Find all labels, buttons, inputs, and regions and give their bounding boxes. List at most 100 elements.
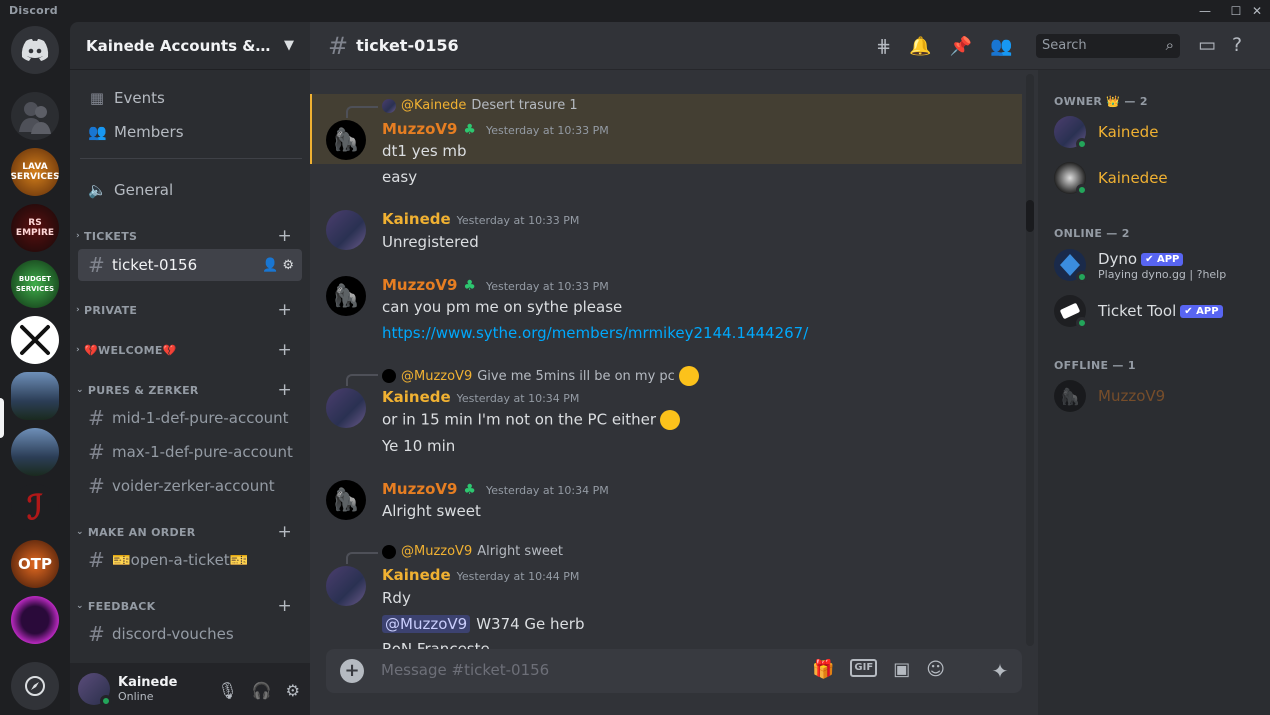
minimize-icon[interactable]: — — [1196, 2, 1214, 20]
channel-max-1-def[interactable]: # max-1-def-pure-account — [78, 436, 302, 468]
server-icon-8[interactable]: OTP — [11, 540, 59, 588]
server-icon-4[interactable] — [11, 316, 59, 364]
message-input[interactable]: Message #ticket-0156 — [381, 661, 549, 679]
server-art: BUDGET SERVICES — [11, 260, 59, 308]
reply-preview[interactable]: @MuzzoV9 Alright sweet — [346, 544, 563, 564]
chevron-down-icon: ▼ — [284, 38, 294, 53]
member-name-row: Ticket Tool ✔ APP — [1098, 302, 1223, 320]
home-button[interactable] — [11, 26, 59, 74]
avatar — [1054, 249, 1088, 283]
avatar[interactable] — [326, 210, 366, 250]
server-icon-2[interactable]: RS EMPIRE — [11, 204, 59, 252]
close-icon[interactable]: ✕ — [1248, 2, 1266, 20]
user-mention[interactable]: @MuzzoV9 — [382, 615, 471, 633]
user-info[interactable]: Kainede Online — [118, 675, 178, 703]
category-make-an-order[interactable]: ⌄ MAKE AN ORDER + — [70, 522, 310, 542]
category-feedback[interactable]: ⌄ FEEDBACK + — [70, 596, 310, 616]
author-name[interactable]: MuzzoV9 — [382, 480, 457, 498]
author-name[interactable]: Kainede — [382, 388, 451, 406]
maximize-icon[interactable]: ☐ — [1227, 2, 1245, 20]
avatar[interactable] — [326, 388, 366, 428]
timestamp: Yesterday at 10:33 PM — [485, 124, 609, 137]
add-channel-icon[interactable]: + — [277, 226, 292, 246]
server-art: LAVA SERVICES — [11, 148, 59, 196]
member-item[interactable]: Kainedee — [1054, 157, 1264, 199]
channel-voider-zerker[interactable]: # voider-zerker-account — [78, 470, 302, 502]
voice-channel-general[interactable]: 🔈 General — [78, 174, 302, 206]
invite-icon[interactable]: 👤 — [262, 258, 278, 273]
guild-header[interactable]: Kainede Accounts & Ser... ▼ — [70, 22, 310, 70]
server-icon-1[interactable]: LAVA SERVICES — [11, 148, 59, 196]
apps-icon[interactable]: ✦ — [978, 650, 1022, 692]
server-icon-7[interactable]: ℐ — [11, 484, 59, 532]
sticker-icon[interactable]: ▣ — [893, 659, 910, 680]
members-item[interactable]: 👥 Members — [78, 116, 302, 148]
avatar[interactable]: 🦍 — [326, 480, 366, 520]
member-item[interactable]: Kainede — [1054, 111, 1264, 153]
category-tickets[interactable]: › TICKETS + — [70, 226, 310, 246]
clover-icon: ♣ — [463, 278, 476, 294]
emoji-icon[interactable]: ☺ — [926, 659, 945, 680]
dm-group-avatar[interactable] — [11, 92, 59, 140]
author-name[interactable]: MuzzoV9 — [382, 276, 457, 294]
upload-plus-icon[interactable]: + — [340, 659, 364, 683]
category-private[interactable]: › PRIVATE + — [70, 300, 310, 320]
avatar[interactable] — [326, 566, 366, 606]
channel-open-a-ticket[interactable]: # 🎫open-a-ticket🎫 — [78, 544, 302, 576]
headphones-icon[interactable]: 🎧 — [252, 681, 272, 700]
server-icon-kainede[interactable] — [11, 372, 59, 420]
add-channel-icon[interactable]: + — [277, 596, 292, 616]
discover-button[interactable] — [11, 662, 59, 710]
message-composer[interactable]: + Message #ticket-0156 🎁 GIF ▣ ☺ — [326, 649, 1022, 693]
reply-author: @Kainede — [401, 98, 467, 113]
avatar[interactable]: 🦍 — [326, 120, 366, 160]
channel-ticket-0156[interactable]: # ticket-0156 👤 ⚙ — [78, 249, 302, 281]
server-icon-3[interactable]: BUDGET SERVICES — [11, 260, 59, 308]
member-activity: Playing dyno.gg | ?help — [1098, 267, 1227, 281]
offline-header: OFFLINE — 1 — [1054, 359, 1136, 372]
channel-label: max-1-def-pure-account — [112, 443, 293, 461]
help-icon[interactable]: ? — [1232, 34, 1242, 56]
avatar[interactable] — [78, 673, 112, 707]
add-channel-icon[interactable]: + — [277, 380, 292, 400]
avatar[interactable]: 🦍 — [326, 276, 366, 316]
discord-logo-icon — [21, 39, 49, 61]
reply-preview[interactable]: @MuzzoV9 Give me 5mins ill be on my pc — [346, 366, 699, 386]
events-item[interactable]: ▦ Events — [78, 82, 302, 114]
threads-icon[interactable]: ⋕ — [876, 36, 891, 57]
settings-gear-icon[interactable]: ⚙ — [286, 681, 300, 700]
gear-icon[interactable]: ⚙ — [282, 258, 294, 273]
channel-label: ticket-0156 — [112, 256, 198, 274]
server-icon-6[interactable] — [11, 428, 59, 476]
avatar — [1054, 295, 1088, 329]
server-icon-9[interactable] — [11, 596, 59, 644]
member-list-icon[interactable]: 👥 — [990, 36, 1012, 57]
add-channel-icon[interactable]: + — [277, 522, 292, 542]
scrollbar-track[interactable] — [1026, 74, 1034, 646]
search-input[interactable]: Search ⌕ — [1036, 34, 1180, 58]
inbox-icon[interactable]: ▭ — [1198, 34, 1216, 56]
channel-mid-1-def[interactable]: # mid-1-def-pure-account — [78, 402, 302, 434]
category-pures-zerker[interactable]: ⌄ PURES & ZERKER + — [70, 380, 310, 400]
reply-text: Desert trasure 1 — [471, 98, 578, 113]
add-channel-icon[interactable]: + — [277, 300, 292, 320]
bell-icon[interactable]: 🔔 — [909, 36, 931, 57]
scrollbar-thumb[interactable] — [1026, 200, 1034, 232]
chevron-icon: › — [76, 305, 81, 315]
pin-icon[interactable]: 📌 — [950, 36, 972, 57]
reply-preview[interactable]: @Kainede Desert trasure 1 — [346, 98, 578, 118]
member-item[interactable]: Ticket Tool ✔ APP — [1054, 290, 1264, 332]
member-item[interactable]: Dyno ✔ APP Playing dyno.gg | ?help — [1054, 244, 1264, 286]
author-name[interactable]: Kainede — [382, 210, 451, 228]
member-item[interactable]: 🦍 MuzzoV9 — [1054, 375, 1264, 417]
author-name[interactable]: MuzzoV9 — [382, 120, 457, 138]
gift-icon[interactable]: 🎁 — [812, 659, 834, 680]
gif-icon[interactable]: GIF — [850, 659, 878, 677]
category-label: 💔WELCOME💔 — [84, 343, 177, 357]
category-welcome[interactable]: › 💔WELCOME💔 + — [70, 340, 310, 360]
message-link[interactable]: https://www.sythe.org/members/mrmikey214… — [382, 324, 808, 342]
channel-discord-vouches[interactable]: # discord-vouches — [78, 618, 302, 650]
add-channel-icon[interactable]: + — [277, 340, 292, 360]
microphone-icon[interactable]: 🎙 — [217, 681, 237, 700]
author-name[interactable]: Kainede — [382, 566, 451, 584]
